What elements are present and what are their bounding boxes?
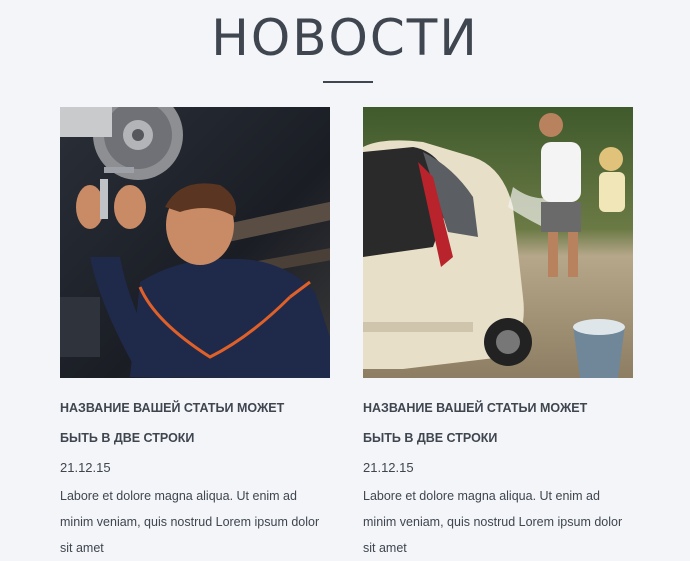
section-title: НОВОСТИ	[211, 9, 479, 67]
news-card[interactable]: НАЗВАНИЕ ВАШЕЙ СТАТЬИ МОЖЕТ БЫТЬ В ДВЕ С…	[363, 107, 635, 561]
news-excerpt: Labore et dolore magna aliqua. Ut enim a…	[60, 489, 320, 555]
title-divider	[323, 81, 373, 83]
news-excerpt: Labore et dolore magna aliqua. Ut enim a…	[363, 489, 623, 555]
mechanic-repairing-car-photo[interactable]	[60, 107, 330, 378]
news-card[interactable]: НАЗВАНИЕ ВАШЕЙ СТАТЬИ МОЖЕТ БЫТЬ В ДВЕ С…	[60, 107, 332, 561]
news-date: 21.12.15	[60, 460, 111, 475]
washing-car-photo[interactable]	[363, 107, 633, 378]
news-title[interactable]: НАЗВАНИЕ ВАШЕЙ СТАТЬИ МОЖЕТ БЫТЬ В ДВЕ С…	[363, 393, 625, 453]
news-date: 21.12.15	[363, 460, 414, 475]
news-title[interactable]: НАЗВАНИЕ ВАШЕЙ СТАТЬИ МОЖЕТ БЫТЬ В ДВЕ С…	[60, 393, 322, 453]
